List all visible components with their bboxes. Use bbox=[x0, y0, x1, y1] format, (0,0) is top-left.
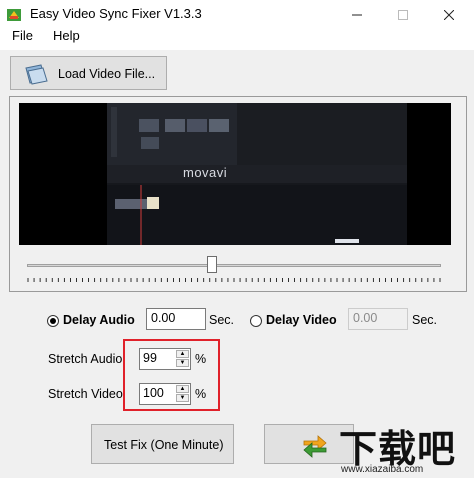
video-preview: movavi bbox=[19, 103, 451, 245]
menu-file[interactable]: File bbox=[12, 28, 33, 43]
delay-video-unit: Sec. bbox=[412, 313, 438, 327]
seek-slider-ticks bbox=[27, 272, 441, 282]
test-fix-label: Test Fix (One Minute) bbox=[104, 438, 224, 452]
delay-video-radio[interactable] bbox=[250, 315, 262, 327]
app-icon bbox=[6, 7, 22, 23]
test-fix-button[interactable]: Test Fix (One Minute) bbox=[91, 424, 234, 464]
minimize-button[interactable] bbox=[334, 0, 380, 30]
close-button[interactable] bbox=[426, 0, 472, 30]
seek-slider-track[interactable] bbox=[27, 264, 441, 267]
folder-icon bbox=[23, 62, 51, 89]
minimize-icon bbox=[352, 14, 362, 16]
video-frame-image bbox=[19, 103, 451, 245]
delay-audio-radio[interactable] bbox=[47, 315, 59, 327]
delay-audio-input[interactable]: 0.00 bbox=[146, 308, 206, 330]
seek-slider-thumb[interactable] bbox=[207, 256, 217, 273]
delay-audio-unit: Sec. bbox=[209, 313, 235, 327]
watermark-url: www.xiazaiba.com bbox=[341, 464, 424, 475]
delay-video-input[interactable]: 0.00 bbox=[348, 308, 408, 330]
menu-help[interactable]: Help bbox=[53, 28, 80, 43]
highlight-box bbox=[123, 339, 220, 411]
radio-selected-dot bbox=[50, 318, 56, 324]
refresh-icon bbox=[301, 432, 329, 461]
close-icon bbox=[444, 10, 454, 20]
stretch-audio-label: Stretch Audio bbox=[48, 352, 123, 366]
load-video-label: Load Video File... bbox=[58, 67, 156, 81]
preview-brand-text: movavi bbox=[183, 165, 228, 180]
watermark-logo: 下载吧 www.xiazaiba.com bbox=[333, 418, 474, 478]
window-title: Easy Video Sync Fixer V1.3.3 bbox=[30, 6, 202, 21]
maximize-icon bbox=[398, 10, 408, 20]
stretch-video-label: Stretch Video bbox=[48, 387, 123, 401]
delay-audio-label: Delay Audio bbox=[63, 313, 135, 327]
delay-video-label: Delay Video bbox=[266, 313, 337, 327]
load-video-button[interactable]: Load Video File... bbox=[10, 56, 167, 90]
maximize-button[interactable] bbox=[380, 0, 426, 30]
